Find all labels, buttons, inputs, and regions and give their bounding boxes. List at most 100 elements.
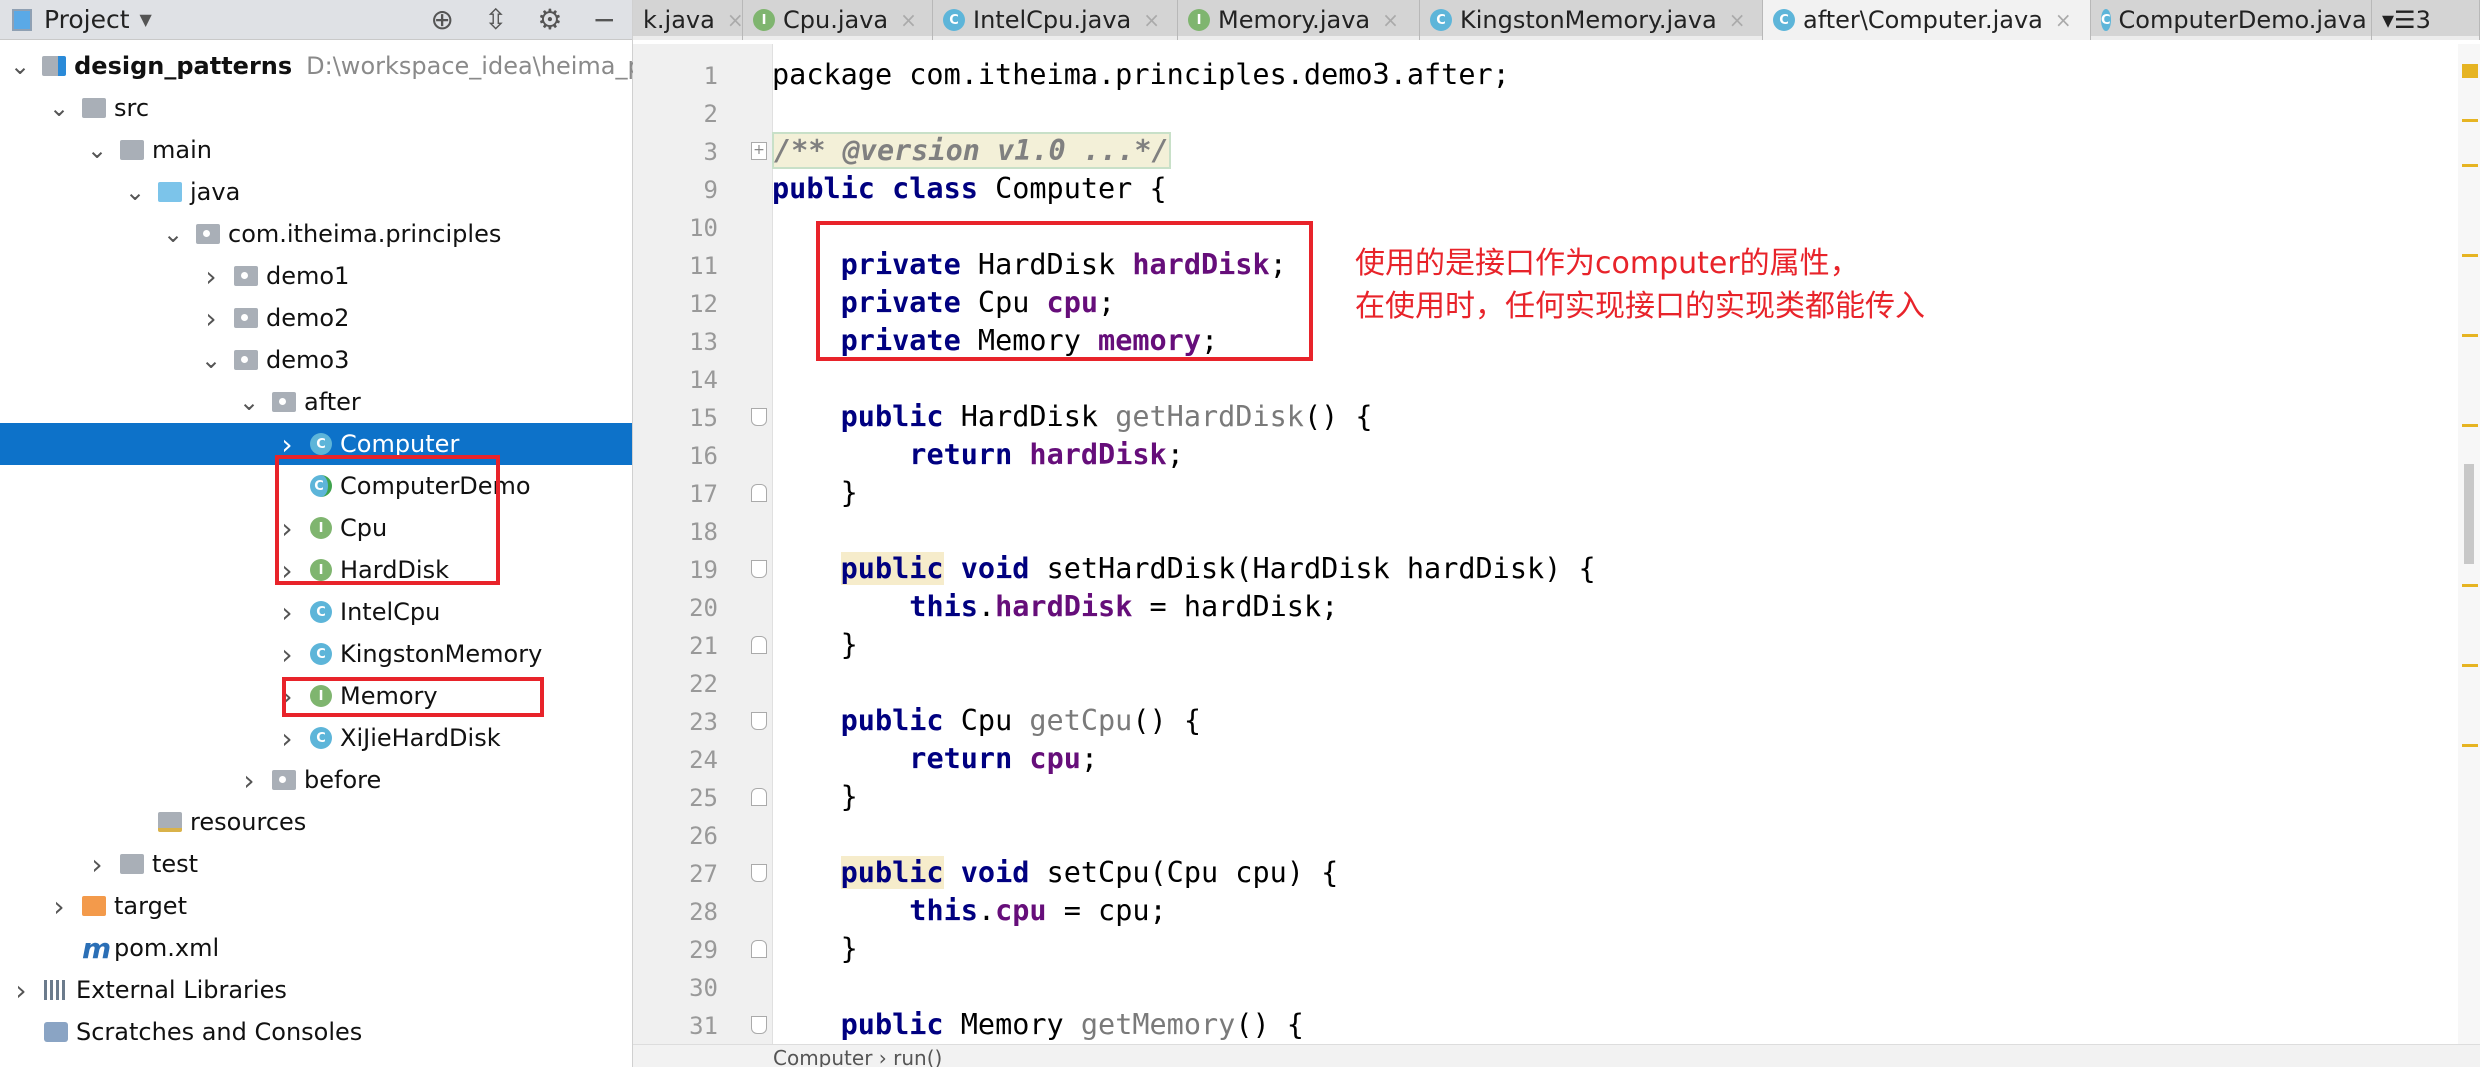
tree-item-resources[interactable]: resources (0, 801, 632, 843)
tree-item-main[interactable]: ⌄ main (0, 129, 632, 171)
locate-icon[interactable]: ⊕ (430, 3, 453, 36)
line-number: 30 (689, 974, 718, 1002)
tree-item-pom-xml[interactable]: m pom.xml (0, 927, 632, 969)
code-token: setHardDisk(HardDisk hardDisk) { (1029, 552, 1596, 585)
class-icon: C (310, 433, 332, 455)
tree-item-com-itheima-principles[interactable]: ⌄ com.itheima.principles (0, 213, 632, 255)
close-icon[interactable]: × (900, 8, 917, 32)
marker[interactable] (2462, 664, 2478, 667)
tree-item-intelcpu[interactable]: › C IntelCpu (0, 591, 632, 633)
annotation-line-1: 使用的是接口作为computer的属性， (1355, 246, 1860, 281)
breadcrumb[interactable]: Computer › run() (633, 1044, 2480, 1067)
expand-fold-icon[interactable]: + (751, 142, 767, 160)
tab-k-java[interactable]: k.java × (633, 0, 743, 40)
close-icon[interactable]: × (1729, 8, 1746, 32)
chevron-down-icon[interactable]: ⌄ (48, 94, 70, 122)
tree-item-demo1[interactable]: › demo1 (0, 255, 632, 297)
fold-icon[interactable] (751, 560, 767, 578)
close-icon[interactable]: × (1143, 8, 1160, 32)
project-view-icon (12, 8, 32, 31)
inspection-status-icon[interactable] (2462, 64, 2478, 78)
fold-icon[interactable] (751, 864, 767, 882)
code-token-kw: return (909, 742, 1013, 775)
fold-icon[interactable] (751, 940, 767, 958)
fold-icon[interactable] (751, 408, 767, 426)
tree-item-label: pom.xml (114, 934, 220, 962)
tab-intelcpu-java[interactable]: C IntelCpu.java × (933, 0, 1178, 40)
marker[interactable] (2462, 164, 2478, 167)
collapse-all-icon[interactable]: ⇳ (484, 3, 507, 36)
tree-item-test[interactable]: › test (0, 843, 632, 885)
tree-item-design-patterns[interactable]: ⌄ design_patterns D:\workspace_idea\heima_… (0, 45, 667, 87)
marker[interactable] (2462, 254, 2478, 257)
tree-item-demo2[interactable]: › demo2 (0, 297, 632, 339)
marker[interactable] (2462, 584, 2478, 587)
tree-item-before[interactable]: › before (0, 759, 632, 801)
chevron-down-icon[interactable]: ▼ (140, 10, 152, 29)
tree-item-after[interactable]: ⌄ after (0, 381, 632, 423)
tree-item-java[interactable]: ⌄ java (0, 171, 632, 213)
chevron-down-icon[interactable]: ⌄ (10, 52, 30, 80)
editor-scrollbar[interactable] (2458, 44, 2480, 1044)
fold-icon[interactable] (751, 1016, 767, 1034)
chevron-right-icon[interactable]: › (276, 596, 298, 629)
tabs-overflow-button[interactable]: ▾☰ 3 (2372, 0, 2480, 40)
line-number: 24 (689, 746, 718, 774)
marker[interactable] (2462, 334, 2478, 337)
project-view-selector[interactable]: Project (44, 5, 130, 34)
tree-item-label: XiJieHardDisk (340, 724, 501, 752)
chevron-right-icon[interactable]: › (10, 974, 32, 1007)
fold-icon[interactable] (751, 484, 767, 502)
code-token: HardDisk (943, 400, 1116, 433)
close-icon[interactable]: × (727, 8, 742, 32)
chevron-right-icon[interactable]: › (86, 848, 108, 881)
tab-kingstonmemory-java[interactable]: C KingstonMemory.java × (1420, 0, 1763, 40)
hide-icon[interactable]: − (593, 3, 616, 36)
chevron-down-icon[interactable]: ⌄ (162, 220, 184, 248)
fold-icon[interactable] (751, 712, 767, 730)
folder-icon (120, 854, 144, 874)
chevron-down-icon[interactable]: ⌄ (200, 346, 222, 374)
code-token-kw: public class (772, 172, 978, 205)
tree-item-demo3[interactable]: ⌄ demo3 (0, 339, 632, 381)
chevron-right-icon[interactable]: › (200, 302, 222, 335)
tab-memory-java[interactable]: I Memory.java × (1178, 0, 1420, 40)
marker[interactable] (2462, 424, 2478, 427)
marker[interactable] (2462, 119, 2478, 122)
chevron-right-icon[interactable]: › (238, 764, 260, 797)
close-icon[interactable]: × (2055, 8, 2072, 32)
chevron-right-icon[interactable]: › (48, 890, 70, 923)
tree-item-scratches-and-consoles[interactable]: Scratches and Consoles (0, 1011, 632, 1053)
tree-item-external-libraries[interactable]: › External Libraries (0, 969, 632, 1011)
tree-item-target[interactable]: › target (0, 885, 632, 927)
chevron-down-icon[interactable]: ⌄ (124, 178, 146, 206)
code-editor[interactable]: 1 2 3 +9 10 11 12 13 14 15 16 17 18 19 20 21 22 23 24 25 26 2… (633, 44, 2480, 1044)
tab-cpu-java[interactable]: I Cpu.java × (743, 0, 933, 40)
marker[interactable] (2462, 744, 2478, 747)
fold-icon[interactable] (751, 788, 767, 806)
code-token-mth: getHardDisk (1115, 400, 1304, 433)
close-icon[interactable]: × (1382, 8, 1399, 32)
tree-item-label: KingstonMemory (340, 640, 543, 668)
chevron-right-icon[interactable]: › (276, 638, 298, 671)
tab-computerdemo-java[interactable]: CComputerDemo.java× (2091, 0, 2372, 40)
tree-item-src[interactable]: ⌄ src (0, 87, 632, 129)
class-icon: C (943, 9, 965, 31)
chevron-down-icon[interactable]: ⌄ (238, 388, 260, 416)
tab-after-computer-java[interactable]: Cafter\Computer.java × (1763, 0, 2091, 40)
gear-icon[interactable]: ⚙ (537, 3, 562, 36)
chevron-down-icon[interactable]: ⌄ (86, 136, 108, 164)
code-token: = hardDisk; (1132, 590, 1339, 623)
class-icon: C (310, 601, 332, 623)
chevron-right-icon[interactable]: › (276, 722, 298, 755)
line-number: 2 (703, 100, 718, 128)
code-token: () { (1303, 400, 1373, 433)
fold-icon[interactable] (751, 636, 767, 654)
tree-item-xijieharddisk[interactable]: › C XiJieHardDisk (0, 717, 632, 759)
tree-item-kingstonmemory[interactable]: › C KingstonMemory (0, 633, 632, 675)
scrollbar-thumb[interactable] (2464, 464, 2474, 564)
chevron-right-icon[interactable]: › (200, 260, 222, 293)
